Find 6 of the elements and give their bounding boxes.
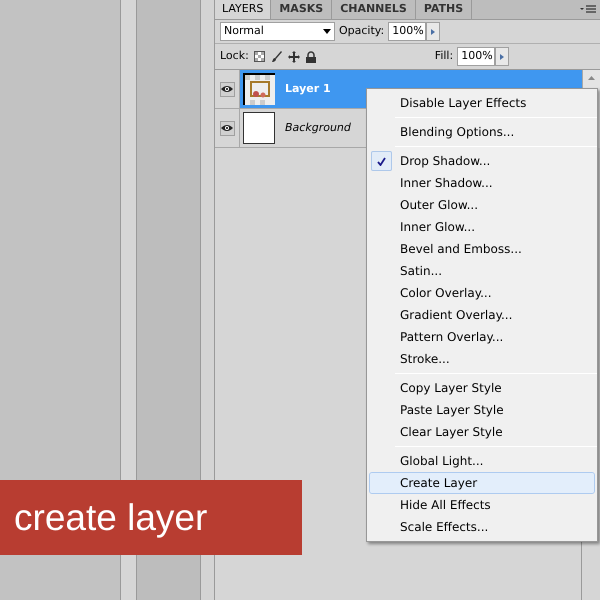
layer-name: Layer 1 — [285, 80, 331, 97]
opacity-label: Opacity: — [339, 23, 384, 40]
lock-label: Lock: — [220, 48, 249, 64]
layer-name: Background — [285, 120, 351, 136]
caption-text: create layer — [14, 499, 208, 536]
fill-label: Fill: — [434, 48, 454, 64]
